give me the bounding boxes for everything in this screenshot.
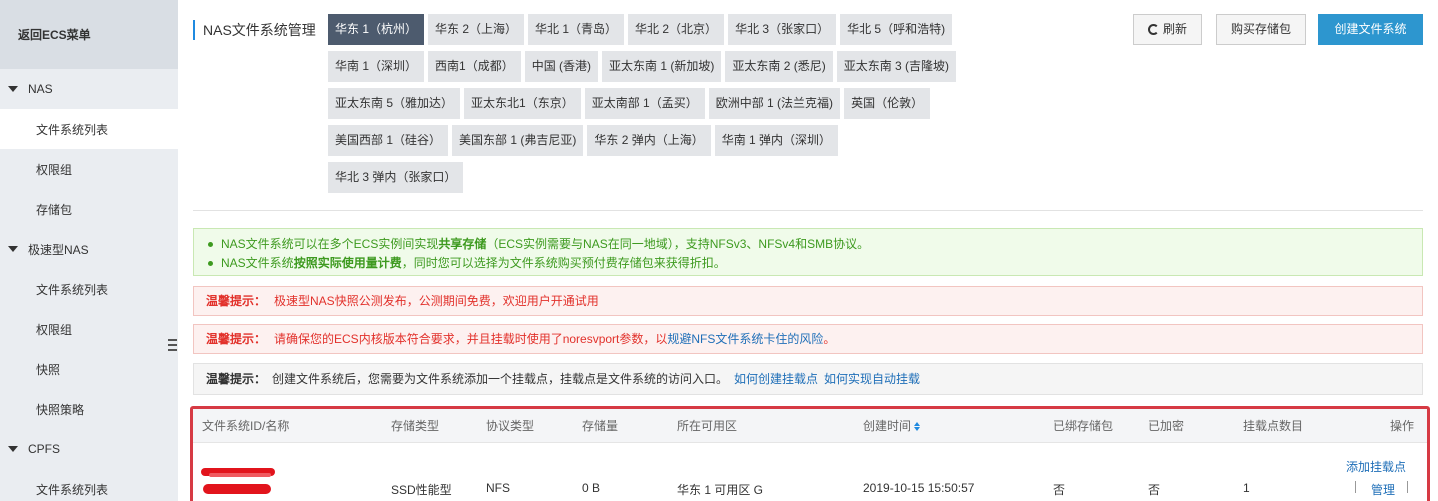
buy-storage-package-button[interactable]: 购买存储包 bbox=[1216, 14, 1307, 45]
caret-down-icon bbox=[8, 446, 18, 452]
region-tab[interactable]: 美国西部 1（硅谷） bbox=[328, 125, 449, 156]
separator bbox=[1407, 481, 1408, 493]
how-to-auto-mount-link[interactable]: 如何实现自动挂载 bbox=[824, 372, 920, 386]
col-bound-package: 已绑存储包 bbox=[1053, 419, 1114, 433]
region-tab[interactable]: 欧洲中部 1 (法兰克福) bbox=[708, 88, 841, 119]
region-tab[interactable]: 华东 2（上海） bbox=[428, 14, 525, 45]
notice-line: NAS文件系统可以在多个ECS实例间实现共享存储（ECS实例需要与NAS在同一地… bbox=[206, 235, 1410, 254]
region-tab[interactable]: 美国东部 1 (弗吉尼亚) bbox=[452, 125, 584, 156]
sidebar-item-nas-filesystems[interactable]: 文件系统列表 bbox=[0, 109, 178, 149]
cell-mount-count: 1 bbox=[1243, 481, 1250, 495]
region-tab[interactable]: 亚太东北1（东京） bbox=[464, 88, 581, 119]
region-tab[interactable]: 亚太东南 1 (新加坡) bbox=[602, 51, 722, 82]
manage-link[interactable]: 管理 bbox=[1371, 481, 1395, 498]
sidebar-item-nas-permission-groups[interactable]: 权限组 bbox=[0, 149, 178, 189]
sidebar-item-nas-storage-packages[interactable]: 存储包 bbox=[0, 189, 178, 229]
region-tab[interactable]: 华北 5（呼和浩特) bbox=[840, 14, 953, 45]
region-tab[interactable]: 华南 1（深圳） bbox=[328, 51, 425, 82]
region-tab[interactable]: 亚太东南 5（雅加达） bbox=[328, 88, 461, 119]
sidebar-item-extreme-snapshot-policies[interactable]: 快照策略 bbox=[0, 389, 178, 429]
region-tab[interactable]: 英国（伦敦） bbox=[844, 88, 931, 119]
cell-encrypted: 否 bbox=[1148, 483, 1161, 497]
redacted-filesystem-id bbox=[199, 467, 277, 497]
filesystem-table: 文件系统ID/名称 存储类型 协议类型 存储量 所在可用区 创建时间 已绑存储包… bbox=[190, 406, 1430, 501]
col-protocol: 协议类型 bbox=[486, 419, 535, 433]
region-tab[interactable]: 亚太东南 3 (吉隆坡) bbox=[836, 51, 957, 82]
sidebar-item-extreme-snapshots[interactable]: 快照 bbox=[0, 349, 178, 389]
col-storage-type: 存储类型 bbox=[391, 419, 440, 433]
separator bbox=[1355, 481, 1356, 493]
region-tab[interactable]: 华北 3（张家口） bbox=[728, 14, 837, 45]
region-tab[interactable]: 亚太南部 1（孟买） bbox=[584, 88, 705, 119]
region-tab[interactable]: 中国 (香港) bbox=[524, 51, 599, 82]
cell-zone: 华东 1 可用区 G bbox=[677, 483, 764, 497]
refresh-icon bbox=[1148, 24, 1159, 35]
main-content: NAS文件系统管理 华东 1（杭州） 华东 2（上海） 华北 1（青岛） 华北 2（北… bbox=[178, 0, 1438, 501]
notice-line: NAS文件系统按照实际使用量计费，同时您可以选择为文件系统购买预付费存储包来获得… bbox=[206, 254, 1410, 273]
region-selector: 华东 1（杭州） 华东 2（上海） 华北 1（青岛） 华北 2（北京） 华北 3（张家口… bbox=[328, 14, 968, 199]
caret-down-icon bbox=[8, 86, 18, 92]
sidebar-item-extreme-permission-groups[interactable]: 权限组 bbox=[0, 309, 178, 349]
region-tab[interactable]: 华东 2 弹内（上海） bbox=[587, 125, 711, 156]
sidebar-collapse-icon[interactable] bbox=[166, 335, 178, 355]
col-actions: 操作 bbox=[1390, 419, 1415, 433]
divider bbox=[193, 210, 1423, 211]
col-mount-count: 挂载点数目 bbox=[1243, 419, 1304, 433]
col-filesystem-id: 文件系统ID/名称 bbox=[202, 419, 290, 433]
refresh-button[interactable]: 刷新 bbox=[1133, 14, 1203, 45]
region-tab[interactable]: 华北 2（北京） bbox=[628, 14, 725, 45]
sidebar: 返回ECS菜单 NAS 文件系统列表 权限组 存储包 极速型NAS 文件系统列表… bbox=[0, 0, 178, 501]
cell-created-time: 2019-10-15 15:50:57 bbox=[863, 481, 975, 495]
col-capacity: 存储量 bbox=[582, 419, 619, 433]
info-notice: NAS文件系统可以在多个ECS实例间实现共享存储（ECS实例需要与NAS在同一地… bbox=[193, 228, 1423, 276]
add-mount-point-link[interactable]: 添加挂载点 bbox=[1346, 458, 1406, 475]
nfs-stuck-risk-link[interactable]: 规避NFS文件系统卡住的风险 bbox=[667, 332, 823, 346]
cell-protocol: NFS bbox=[486, 481, 510, 495]
cell-storage-type: SSD性能型 bbox=[391, 483, 452, 497]
region-tab[interactable]: 华北 1（青岛） bbox=[528, 14, 625, 45]
table-row: SSD性能型 NFS 0 B 华东 1 可用区 G 2019-10-15 15:… bbox=[193, 444, 1427, 501]
back-to-ecs-menu[interactable]: 返回ECS菜单 bbox=[0, 0, 178, 69]
region-tab[interactable]: 西南1（成都） bbox=[428, 51, 521, 82]
table-header: 文件系统ID/名称 存储类型 协议类型 存储量 所在可用区 创建时间 已绑存储包… bbox=[193, 409, 1427, 443]
warning-notice-kernel: 温馨提示： 请确保您的ECS内核版本符合要求，并且挂载时使用了noresvport… bbox=[193, 324, 1423, 354]
sidebar-item-cpfs-filesystems[interactable]: 文件系统列表 bbox=[0, 469, 178, 501]
sidebar-section-extreme-nas[interactable]: 极速型NAS bbox=[0, 229, 178, 269]
page-title: NAS文件系统管理 bbox=[193, 20, 316, 40]
caret-down-icon bbox=[8, 246, 18, 252]
how-to-create-mount-link[interactable]: 如何创建挂载点 bbox=[734, 372, 818, 386]
sidebar-item-extreme-filesystems[interactable]: 文件系统列表 bbox=[0, 269, 178, 309]
cell-bound-package: 否 bbox=[1053, 483, 1066, 497]
cell-capacity: 0 B bbox=[582, 481, 601, 495]
region-tab[interactable]: 华南 1 弹内（深圳） bbox=[714, 125, 839, 156]
sidebar-section-cpfs[interactable]: CPFS bbox=[0, 429, 178, 469]
sidebar-section-nas[interactable]: NAS bbox=[0, 69, 178, 109]
warning-notice-snapshot: 温馨提示： 极速型NAS快照公测发布，公测期间免费，欢迎用户开通试用 bbox=[193, 286, 1423, 316]
region-tab[interactable]: 亚太东南 2 (悉尼) bbox=[725, 51, 833, 82]
tip-notice-mount: 温馨提示： 创建文件系统后，您需要为文件系统添加一个挂载点，挂载点是文件系统的访问… bbox=[193, 363, 1423, 395]
region-tab[interactable]: 华东 1（杭州） bbox=[328, 14, 425, 45]
col-created-time[interactable]: 创建时间 bbox=[863, 409, 921, 443]
create-filesystem-button[interactable]: 创建文件系统 bbox=[1318, 14, 1423, 45]
region-tab[interactable]: 华北 3 弹内（张家口） bbox=[328, 162, 464, 193]
col-zone: 所在可用区 bbox=[677, 419, 738, 433]
sort-icon[interactable] bbox=[914, 422, 921, 432]
col-encrypted: 已加密 bbox=[1148, 419, 1185, 433]
